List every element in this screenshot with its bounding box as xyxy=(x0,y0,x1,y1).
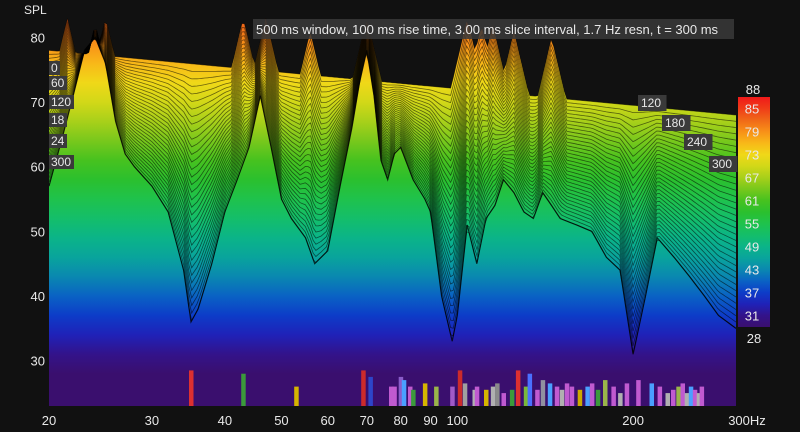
time-bar xyxy=(684,393,690,406)
time-bar xyxy=(450,386,455,406)
time-bar xyxy=(585,386,590,406)
time-bar xyxy=(554,386,560,406)
colorbar-tick-label: 85 xyxy=(745,102,759,117)
chart-title: 500 ms window, 100 ms rise time, 3.00 ms… xyxy=(256,22,719,37)
time-label-right: 240 xyxy=(687,135,707,149)
y-tick-label: 40 xyxy=(31,289,45,304)
plot-area xyxy=(49,18,736,406)
time-bar xyxy=(495,383,500,406)
time-bar xyxy=(680,383,685,406)
x-tick-labels: 20 30 40 50 60 70 80 90 100 200 300Hz xyxy=(42,413,766,428)
time-label-right: 120 xyxy=(641,96,661,110)
time-bar xyxy=(624,383,630,406)
colorbar-tick-label: 31 xyxy=(745,309,759,324)
time-bar xyxy=(527,373,533,406)
time-bar xyxy=(501,393,506,406)
time-bar xyxy=(535,389,540,406)
colorbar-min-label: 28 xyxy=(747,331,761,346)
time-bar xyxy=(490,386,496,406)
waterfall-chart: SPL 30 40 50 60 70 80 20 30 40 50 60 70 80 90 100 200 3… xyxy=(24,3,770,428)
x-tick-label: 60 xyxy=(320,413,334,428)
x-tick-label: 90 xyxy=(423,413,437,428)
time-bar xyxy=(422,383,428,406)
time-bar xyxy=(540,380,546,406)
colorbar-tick-label: 49 xyxy=(745,240,759,255)
time-bar xyxy=(603,380,608,406)
time-bar xyxy=(515,370,521,406)
time-bar xyxy=(509,389,515,406)
colorbar-tick-label: 73 xyxy=(745,148,759,163)
time-label-left: 60 xyxy=(51,76,65,90)
time-label-left: 18 xyxy=(51,113,65,127)
time-bar xyxy=(411,389,416,406)
x-tick-label: 80 xyxy=(393,413,407,428)
colorbar-max-label: 88 xyxy=(746,82,760,97)
y-tick-label: 30 xyxy=(31,354,45,369)
time-bar xyxy=(611,386,616,406)
x-tick-label: 70 xyxy=(360,413,374,428)
time-bar xyxy=(434,386,439,406)
time-label-left: 24 xyxy=(51,134,65,148)
y-axis-title: SPL xyxy=(24,3,47,17)
x-tick-label: 30 xyxy=(145,413,159,428)
y-tick-label: 70 xyxy=(31,95,45,110)
time-bar xyxy=(569,386,575,406)
time-bar xyxy=(457,370,463,406)
time-bar xyxy=(589,383,595,406)
time-bar xyxy=(665,393,670,406)
time-label-right: 180 xyxy=(665,116,685,130)
chart-title-box: 500 ms window, 100 ms rise time, 3.00 ms… xyxy=(253,19,734,39)
colorbar-tick-label: 37 xyxy=(745,286,759,301)
time-bar xyxy=(547,383,553,406)
y-tick-label: 50 xyxy=(31,224,45,239)
time-bar xyxy=(401,380,407,406)
x-tick-label: 20 xyxy=(42,413,56,428)
y-tick-label: 80 xyxy=(31,30,45,45)
y-tick-labels: 30 40 50 60 70 80 xyxy=(31,30,45,368)
time-bar xyxy=(688,386,694,406)
time-label-left: 0 xyxy=(51,61,58,75)
colorbar-tick-label: 61 xyxy=(745,194,759,209)
time-bar xyxy=(368,376,373,406)
time-bar xyxy=(462,383,468,406)
time-bar xyxy=(636,380,641,406)
time-bar xyxy=(618,393,623,406)
time-bar xyxy=(392,386,397,406)
time-bar xyxy=(595,389,601,406)
y-tick-label: 60 xyxy=(31,160,45,175)
x-tick-label: 50 xyxy=(274,413,288,428)
colorbar-tick-label: 79 xyxy=(745,125,759,140)
time-bar xyxy=(671,389,676,406)
time-label-left: 120 xyxy=(51,95,71,109)
time-label-left: 300 xyxy=(51,155,71,169)
colorbar-tick-label: 43 xyxy=(745,263,759,278)
x-tick-label: 300Hz xyxy=(728,413,766,428)
x-tick-label: 100 xyxy=(446,413,468,428)
time-bar xyxy=(699,386,705,406)
time-bar xyxy=(559,389,565,406)
time-bar xyxy=(484,389,489,406)
colorbar: 31 37 43 49 55 61 67 73 79 85 88 28 xyxy=(738,82,770,346)
time-bar xyxy=(649,383,654,406)
x-tick-label: 200 xyxy=(622,413,644,428)
x-tick-label: 40 xyxy=(218,413,232,428)
time-bar xyxy=(577,389,583,406)
time-bar xyxy=(294,386,299,406)
time-bar xyxy=(189,370,194,406)
time-bar xyxy=(474,386,480,406)
time-bar xyxy=(676,386,681,406)
colorbar-tick-label: 67 xyxy=(745,171,759,186)
time-bar xyxy=(692,389,698,406)
time-bar xyxy=(657,386,663,406)
time-bar xyxy=(241,373,246,406)
time-bar xyxy=(361,370,366,406)
time-bar xyxy=(564,383,570,406)
colorbar-tick-label: 55 xyxy=(745,217,759,232)
time-label-right: 300 xyxy=(712,157,732,171)
